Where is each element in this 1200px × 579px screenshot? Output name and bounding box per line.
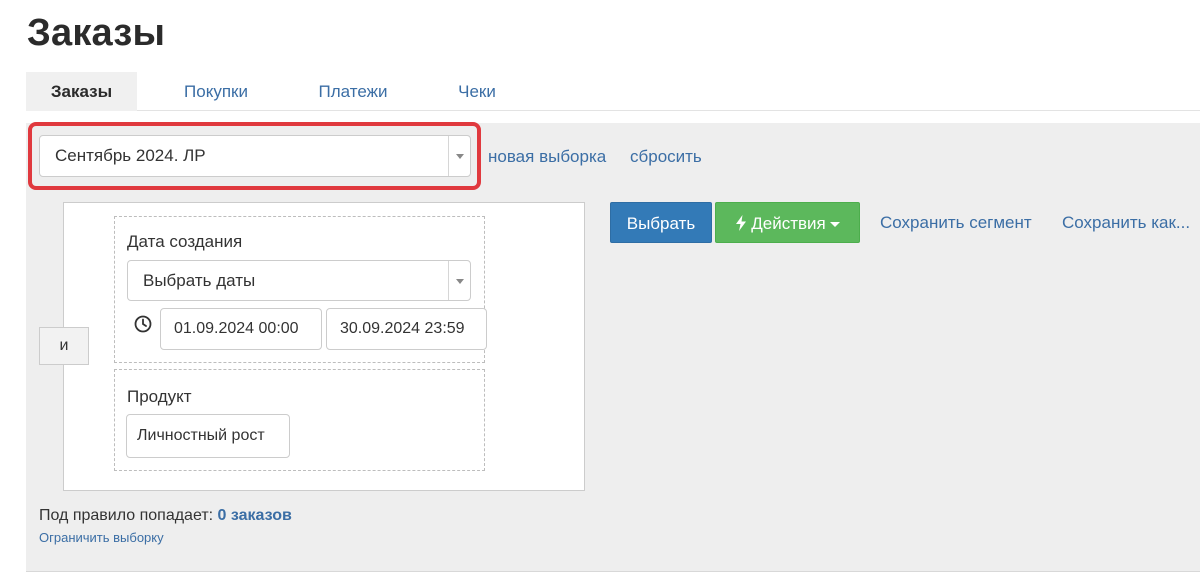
product-label: Продукт [127,387,192,406]
rule-match-count: Под правило попадает: 0 заказов [39,507,292,525]
segment-select[interactable]: Сентябрь 2024. ЛР [39,135,471,177]
chevron-down-icon [448,136,470,176]
tab-payments[interactable]: Платежи [303,72,403,111]
caret-down-icon [829,222,840,228]
product-field[interactable]: Личностный рост [126,414,290,458]
new-selection-link[interactable]: новая выборка [488,147,606,167]
clock-icon [134,315,152,333]
operator-and-button[interactable]: и [39,327,89,365]
match-count-prefix: Под правило попадает: [39,507,214,524]
date-range-select[interactable]: Выбрать даты [127,260,471,301]
bolt-icon [736,215,747,231]
save-as-link[interactable]: Сохранить как... [1062,213,1190,233]
actions-button-label: Действия [751,214,826,233]
save-segment-link[interactable]: Сохранить сегмент [880,213,1032,233]
date-to-input[interactable] [326,308,487,350]
segment-select-value: Сентябрь 2024. ЛР [55,146,206,165]
match-count-link[interactable]: 0 заказов [218,507,292,524]
reset-link[interactable]: сбросить [630,147,702,167]
tab-receipts[interactable]: Чеки [442,72,512,111]
date-range-select-value: Выбрать даты [143,271,256,290]
created-date-label: Дата создания [127,232,243,251]
chevron-down-icon [448,261,470,300]
actions-dropdown-button[interactable]: Действия [715,202,860,243]
limit-selection-link[interactable]: Ограничить выборку [39,530,164,545]
tabs-bar: Заказы Покупки Платежи Чеки [26,72,1200,111]
select-button[interactable]: Выбрать [610,202,712,243]
tab-purchases[interactable]: Покупки [166,72,266,111]
date-from-input[interactable] [160,308,322,350]
tab-orders[interactable]: Заказы [26,72,137,111]
page-title: Заказы [27,12,166,54]
